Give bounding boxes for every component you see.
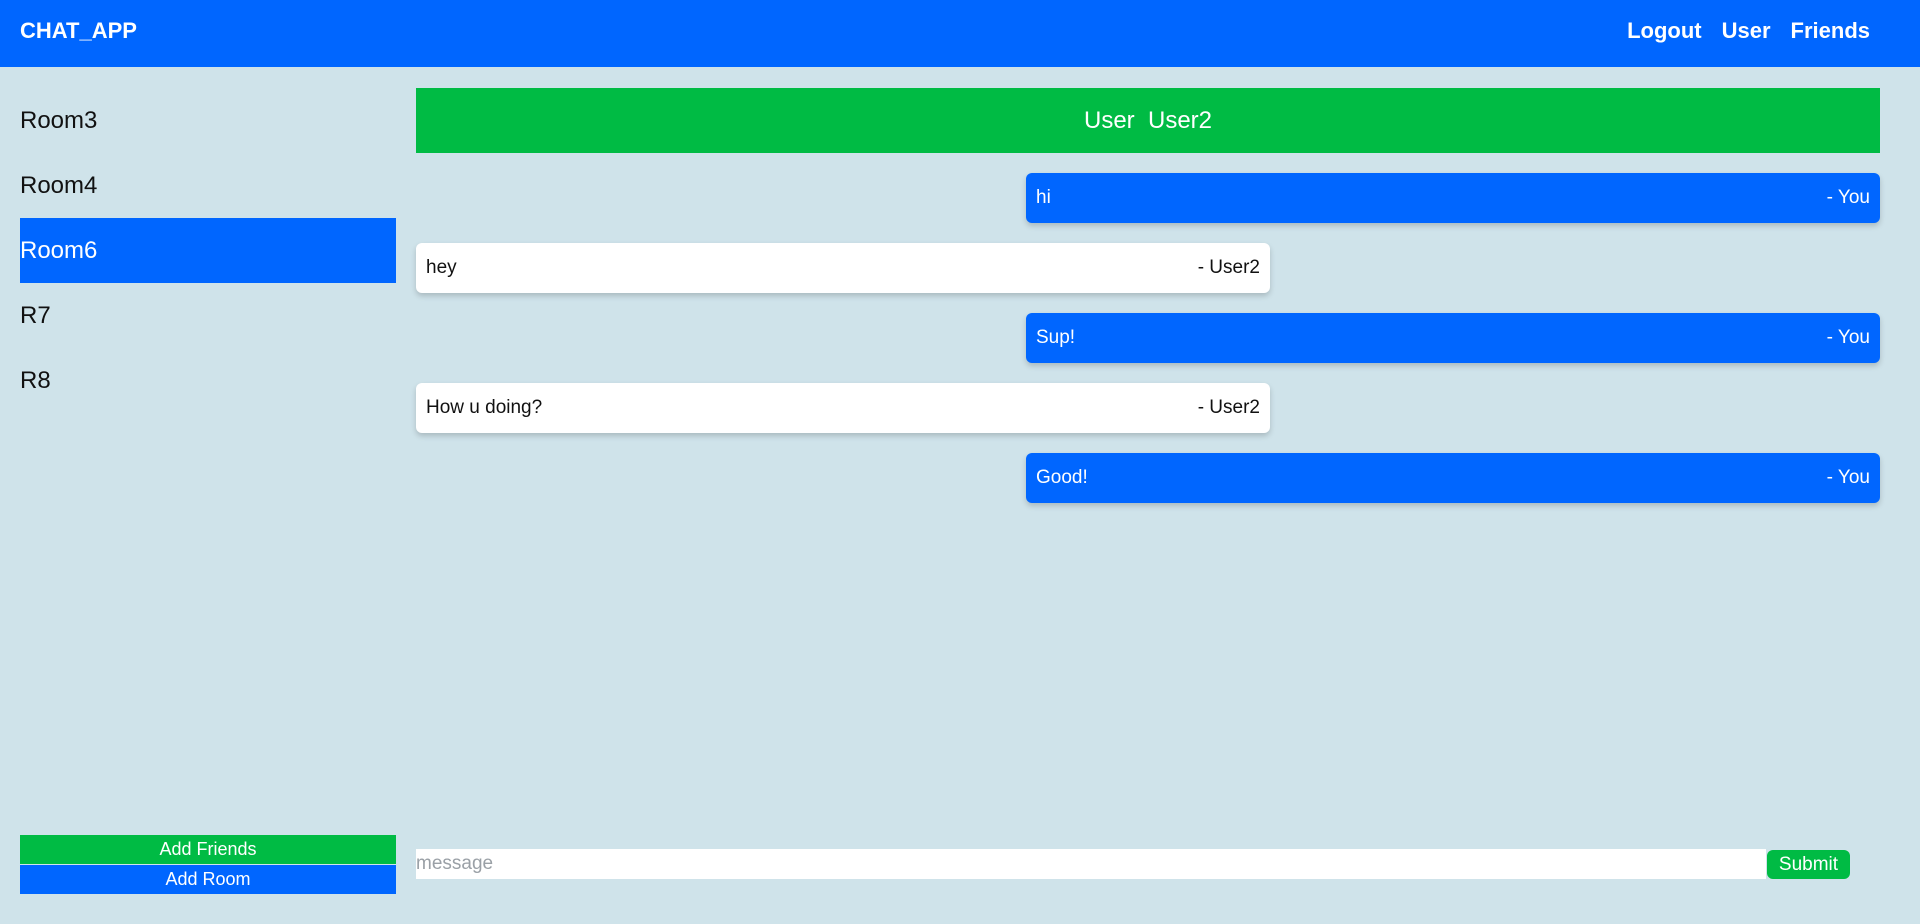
user-link[interactable]: User bbox=[1722, 18, 1771, 44]
message-bubble: How u doing? - User2 bbox=[416, 383, 1270, 433]
room-item[interactable]: R8 bbox=[20, 348, 396, 413]
message-author: - You bbox=[1826, 467, 1870, 488]
add-friends-button[interactable]: Add Friends bbox=[20, 835, 396, 864]
message-text: Good! bbox=[1036, 467, 1088, 488]
room-list: Room3 Room4 Room6 R7 R8 bbox=[20, 88, 396, 413]
message-author: - You bbox=[1826, 327, 1870, 348]
top-navbar: CHAT_APP Logout User Friends bbox=[0, 0, 1920, 67]
message-text: hi bbox=[1036, 187, 1051, 208]
message-text: How u doing? bbox=[426, 397, 543, 418]
room-item[interactable]: R7 bbox=[20, 283, 396, 348]
message-author: - You bbox=[1826, 187, 1870, 208]
submit-button[interactable]: Submit bbox=[1767, 850, 1850, 879]
message-bubble: hey - User2 bbox=[416, 243, 1270, 293]
app-brand[interactable]: CHAT_APP bbox=[20, 18, 137, 44]
message-input[interactable] bbox=[416, 849, 1766, 879]
room-item[interactable]: Room4 bbox=[20, 153, 396, 218]
message-text: Sup! bbox=[1036, 327, 1076, 348]
message-bubble: Sup! - You bbox=[1026, 313, 1880, 363]
message-bubble: Good! - You bbox=[1026, 453, 1880, 503]
chat-header: User User2 bbox=[416, 88, 1880, 153]
message-author: - User2 bbox=[1197, 397, 1260, 418]
friends-link[interactable]: Friends bbox=[1791, 18, 1870, 44]
nav-links: Logout User Friends bbox=[1627, 18, 1870, 44]
message-text: hey bbox=[426, 257, 457, 278]
message-author: - User2 bbox=[1197, 257, 1260, 278]
add-room-button[interactable]: Add Room bbox=[20, 865, 396, 894]
logout-link[interactable]: Logout bbox=[1627, 18, 1702, 44]
message-bubble: hi - You bbox=[1026, 173, 1880, 223]
room-item[interactable]: Room3 bbox=[20, 88, 396, 153]
room-item-active[interactable]: Room6 bbox=[20, 218, 396, 283]
